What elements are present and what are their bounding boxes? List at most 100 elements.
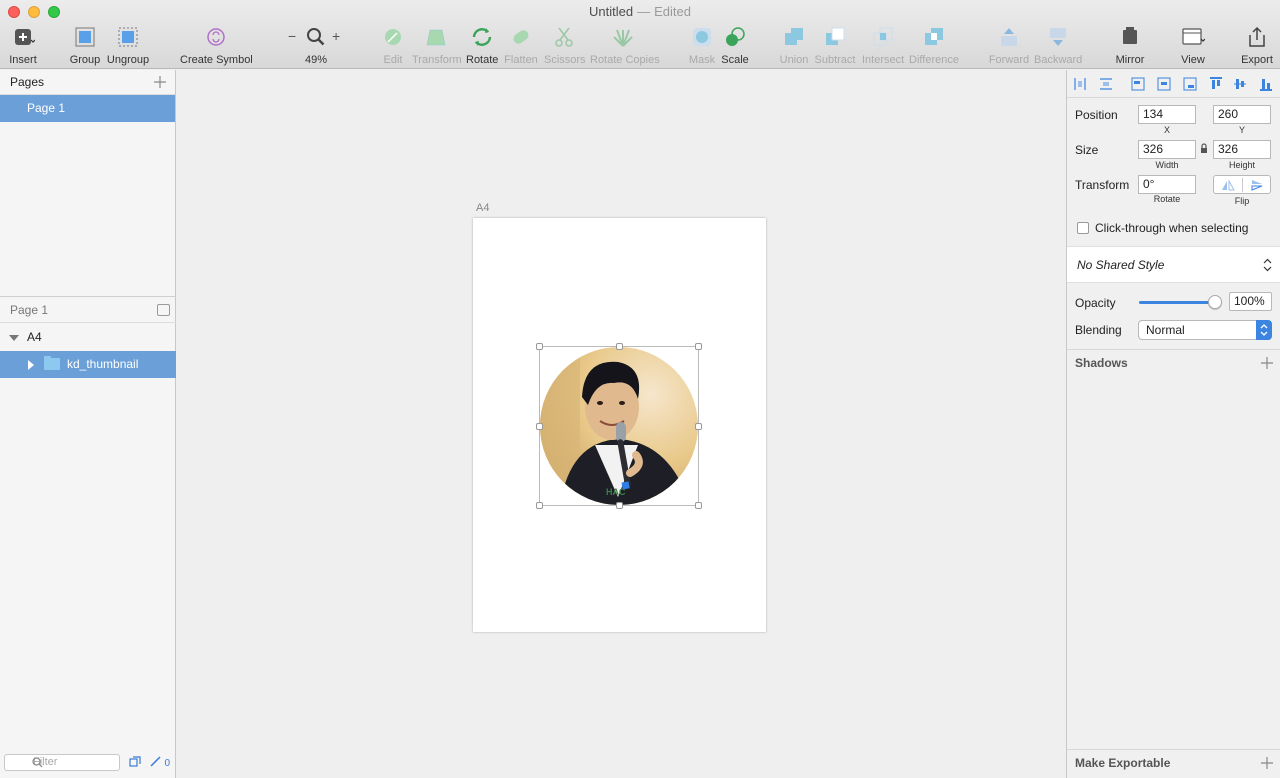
height-field[interactable]: 326	[1213, 140, 1271, 159]
edit-icon	[385, 29, 401, 45]
subtract-button[interactable]: Subtract	[814, 26, 856, 66]
selected-layer-bounds[interactable]: HAC	[536, 343, 702, 509]
brush-icon[interactable]	[150, 756, 162, 767]
insert-button[interactable]: Insert	[6, 26, 40, 66]
size-label: Size	[1075, 143, 1099, 157]
collapse-layers-icon[interactable]	[157, 304, 170, 316]
resize-handle-bottom-left[interactable]	[536, 502, 543, 509]
rotate-copies-button[interactable]: Rotate Copies	[590, 26, 660, 66]
page-item-page-1[interactable]: Page 1	[0, 95, 175, 122]
edit-button[interactable]: Edit	[380, 26, 406, 66]
disclosure-open-icon[interactable]	[9, 335, 19, 341]
flatten-label: Flatten	[504, 54, 538, 66]
filter-input[interactable]: Filter	[4, 754, 120, 771]
layers-sidebar: Pages Page 1 Page 1 A4 kd_thumbnail Filt…	[0, 70, 176, 778]
click-through-option[interactable]: Click-through when selecting	[1077, 221, 1248, 235]
opacity-slider-track[interactable]	[1139, 301, 1217, 304]
forward-button[interactable]: Forward	[988, 26, 1030, 66]
align-bottom-icon[interactable]	[1259, 77, 1273, 91]
resize-handle-bottom[interactable]	[616, 502, 623, 509]
zoom-icon[interactable]	[304, 26, 328, 48]
disclosure-closed-icon[interactable]	[28, 360, 34, 370]
height-label: Height	[1228, 160, 1255, 170]
scale-icon	[726, 27, 745, 46]
y-label: Y	[1238, 125, 1245, 135]
scale-button[interactable]: Scale	[720, 26, 750, 66]
union-button[interactable]: Union	[778, 26, 810, 66]
add-shadow-icon[interactable]	[1260, 356, 1274, 370]
align-left-icon[interactable]	[1131, 77, 1145, 91]
scissors-icon	[555, 27, 573, 47]
photo-image: HAC	[540, 347, 698, 505]
flip-horizontal-icon[interactable]	[1221, 179, 1235, 191]
lock-icon[interactable]	[1200, 143, 1208, 154]
group-button[interactable]: Group	[68, 26, 102, 66]
flip-vertical-icon[interactable]	[1250, 179, 1264, 191]
forward-icon	[1001, 28, 1017, 46]
union-icon	[785, 28, 803, 45]
intersect-icon	[873, 27, 893, 46]
add-page-icon[interactable]	[153, 75, 167, 89]
resize-handle-top-right[interactable]	[695, 343, 702, 350]
position-label: Position	[1075, 108, 1118, 122]
resize-handle-left[interactable]	[536, 423, 543, 430]
zoom-out-button[interactable]: −	[288, 28, 296, 44]
mirror-button[interactable]: Mirror	[1112, 26, 1148, 66]
layer-artboard-a4[interactable]: A4	[0, 324, 176, 351]
rotate-button[interactable]: Rotate	[466, 26, 498, 66]
folder-icon	[44, 356, 60, 370]
position-y-field[interactable]: 260	[1213, 105, 1271, 124]
view-label: View	[1181, 54, 1205, 66]
resize-handle-top-left[interactable]	[536, 343, 543, 350]
create-symbol-button[interactable]: Create Symbol	[180, 26, 253, 66]
make-exportable-label[interactable]: Make Exportable	[1075, 756, 1170, 770]
window-title: Untitled — Edited	[0, 4, 1280, 19]
scissors-label: Scissors	[544, 54, 586, 66]
click-through-checkbox[interactable]	[1077, 222, 1089, 234]
export-button[interactable]: Export	[1240, 26, 1274, 66]
rotate-field[interactable]: 0°	[1138, 175, 1196, 194]
flatten-icon	[513, 30, 529, 44]
scale-label: Scale	[721, 54, 749, 66]
add-export-icon[interactable]	[1260, 756, 1274, 770]
opacity-slider-knob[interactable]	[1208, 295, 1222, 309]
align-top-icon[interactable]	[1209, 77, 1223, 91]
blending-value: Normal	[1146, 323, 1185, 337]
pages-toggle-icon[interactable]	[129, 756, 141, 767]
transform-button[interactable]: Transform	[412, 26, 462, 66]
ungroup-button[interactable]: Ungroup	[106, 26, 150, 66]
artboard-a4[interactable]: HAC	[473, 218, 766, 632]
group-icon	[75, 27, 95, 47]
width-field[interactable]: 326	[1138, 140, 1196, 159]
export-icon	[1249, 26, 1265, 47]
intersect-button[interactable]: Intersect	[862, 26, 904, 66]
zoom-level: 49%	[304, 54, 328, 66]
distribute-vertical-icon[interactable]	[1099, 77, 1113, 91]
shared-style-select[interactable]: No Shared Style	[1067, 246, 1280, 283]
resize-handle-bottom-right[interactable]	[695, 502, 702, 509]
align-center-icon[interactable]	[1157, 77, 1171, 91]
difference-button[interactable]: Difference	[908, 26, 960, 66]
layer-group-kd-thumbnail[interactable]: kd_thumbnail	[0, 351, 176, 378]
zoom-in-button[interactable]: +	[332, 28, 340, 44]
position-x-field[interactable]: 134	[1138, 105, 1196, 124]
mask-button[interactable]: Mask	[688, 26, 716, 66]
artboard-title[interactable]: A4	[476, 202, 489, 214]
distribute-horizontal-icon[interactable]	[1073, 77, 1087, 91]
export-label: Export	[1241, 54, 1273, 66]
align-right-icon[interactable]	[1183, 77, 1197, 91]
scissors-button[interactable]: Scissors	[544, 26, 586, 66]
resize-handle-right[interactable]	[695, 423, 702, 430]
flatten-button[interactable]: Flatten	[504, 26, 538, 66]
blending-select[interactable]: Normal	[1138, 320, 1272, 340]
footer-count: 0	[164, 758, 170, 769]
view-button[interactable]: View	[1176, 26, 1210, 66]
canvas[interactable]: A4 HAC	[177, 70, 1066, 778]
profile-photo[interactable]: HAC	[540, 347, 698, 505]
align-middle-icon[interactable]	[1233, 77, 1247, 91]
backward-icon	[1050, 28, 1066, 46]
backward-button[interactable]: Backward	[1034, 26, 1082, 66]
resize-handle-top[interactable]	[616, 343, 623, 350]
title-separator: —	[637, 4, 651, 19]
opacity-field[interactable]: 100%	[1229, 292, 1272, 311]
